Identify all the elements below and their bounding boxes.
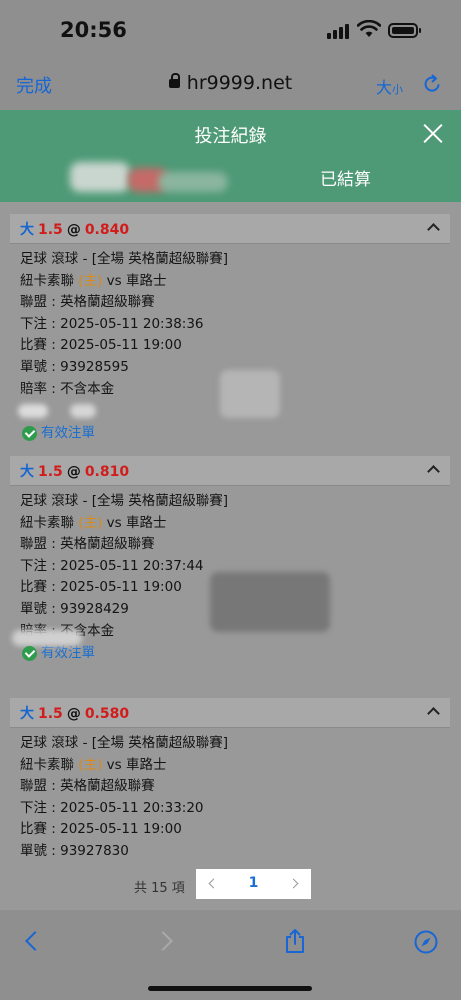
status-bar: 20:56 bbox=[0, 0, 461, 62]
teams: 紐卡素聯 (主) vs 車路士 bbox=[20, 514, 167, 531]
redacted-patch bbox=[18, 404, 48, 419]
chevron-up-icon[interactable] bbox=[427, 223, 440, 236]
home-tag: (主) bbox=[78, 514, 103, 531]
home-tag: (主) bbox=[78, 756, 103, 773]
bet-record-body: 足球 滾球 - [全場 英格蘭超級聯賽] 紐卡素聯 (主) vs 車路士 聯盟 … bbox=[10, 486, 450, 664]
tab-settled[interactable]: 已結算 bbox=[230, 158, 461, 202]
match-time: 比賽 : 2025-05-11 19:00 bbox=[20, 821, 182, 838]
bet-record-list[interactable]: 大 1.5 @0.840 足球 滾球 - [全場 英格蘭超級聯賽] 紐卡素聯 (主)… bbox=[0, 202, 461, 858]
home-indicator bbox=[148, 986, 312, 991]
teams: 紐卡素聯 (主) vs 車路士 bbox=[20, 756, 167, 773]
redacted-patch bbox=[12, 630, 82, 647]
bet-summary: 大 1.5 @0.810 bbox=[20, 461, 129, 481]
bet-at: @ bbox=[66, 464, 81, 480]
home-tag: (主) bbox=[78, 272, 103, 289]
chevron-up-icon[interactable] bbox=[427, 465, 440, 478]
browser-bar: 完成 hr9999.net 大小 bbox=[0, 62, 461, 110]
bet-at: @ bbox=[66, 706, 81, 722]
bet-type: 大 bbox=[20, 706, 34, 722]
browser-toolbar bbox=[0, 910, 461, 1000]
back-icon[interactable] bbox=[25, 931, 45, 951]
bet-record-card: 大 1.5 @0.580 足球 滾球 - [全場 英格蘭超級聯賽] 紐卡素聯 (主)… bbox=[10, 698, 450, 858]
bet-type: 大 bbox=[20, 464, 34, 480]
market: 足球 滾球 - [全場 英格蘭超級聯賽] bbox=[20, 251, 229, 267]
match-time: 比賽 : 2025-05-11 19:00 bbox=[20, 337, 182, 354]
teams: 紐卡素聯 (主) vs 車路士 bbox=[20, 272, 167, 289]
dialog-header: 投注紀錄 bbox=[0, 110, 461, 158]
bet-record-body: 足球 滾球 - [全場 英格蘭超級聯賽] 紐卡素聯 (主) vs 車路士 聯盟 … bbox=[10, 244, 450, 444]
bet-summary: 大 1.5 @0.580 bbox=[20, 703, 129, 723]
bet-time: 下注 : 2025-05-11 20:33:20 bbox=[20, 799, 204, 816]
compass-icon[interactable] bbox=[414, 930, 438, 954]
status-time: 20:56 bbox=[60, 18, 127, 42]
bet-odds: 0.580 bbox=[84, 706, 130, 722]
bet-record-header[interactable]: 大 1.5 @0.580 bbox=[10, 698, 450, 728]
bet-odds: 0.840 bbox=[84, 222, 130, 238]
bet-record-body: 足球 滾球 - [全場 英格蘭超級聯賽] 紐卡素聯 (主) vs 車路士 聯盟 … bbox=[10, 728, 450, 858]
redacted-line bbox=[18, 370, 440, 422]
redacted-patch bbox=[220, 370, 280, 419]
valid-status: 有效注單 bbox=[20, 422, 440, 444]
league: 聯盟 : 英格蘭超級聯賽 bbox=[20, 778, 155, 795]
battery-icon bbox=[388, 23, 421, 38]
league: 聯盟 : 英格蘭超級聯賽 bbox=[20, 536, 155, 553]
share-icon[interactable] bbox=[284, 928, 306, 954]
cell-signal-icon bbox=[327, 24, 349, 39]
tab-bar: 已結算 bbox=[0, 158, 461, 202]
pager: 1 bbox=[196, 869, 311, 899]
bet-odds: 0.810 bbox=[84, 464, 130, 480]
redacted-patch bbox=[70, 162, 130, 192]
wifi-icon bbox=[357, 20, 381, 37]
pagination-bar: 共 15 項 1 bbox=[0, 858, 461, 910]
ticket-number: 單號 : 93927830 bbox=[20, 842, 129, 858]
market: 足球 滾球 - [全場 英格蘭超級聯賽] bbox=[20, 735, 229, 751]
url-text: hr9999.net bbox=[186, 72, 293, 94]
valid-status: 有效注單 bbox=[12, 572, 440, 664]
bet-record-card: 大 1.5 @0.810 足球 滾球 - [全場 英格蘭超級聯賽] 紐卡素聯 (主)… bbox=[10, 456, 450, 665]
bet-handicap: 1.5 bbox=[38, 706, 63, 722]
market: 足球 滾球 - [全場 英格蘭超級聯賽] bbox=[20, 493, 229, 509]
league: 聯盟 : 英格蘭超級聯賽 bbox=[20, 294, 155, 311]
bet-record-header[interactable]: 大 1.5 @0.810 bbox=[10, 456, 450, 486]
check-icon bbox=[22, 646, 37, 662]
tab-unsettled[interactable] bbox=[0, 158, 230, 202]
bet-record-card: 大 1.5 @0.840 足球 滾球 - [全場 英格蘭超級聯賽] 紐卡素聯 (主)… bbox=[10, 214, 450, 445]
redacted-patch bbox=[158, 172, 228, 192]
bet-at: @ bbox=[66, 222, 81, 238]
check-icon bbox=[22, 426, 37, 442]
close-icon[interactable] bbox=[422, 122, 444, 144]
total-count: 共 15 項 bbox=[134, 881, 185, 896]
redacted-patch bbox=[70, 404, 96, 419]
bet-type: 大 bbox=[20, 222, 34, 238]
reload-icon[interactable] bbox=[422, 74, 442, 94]
redacted-patch bbox=[210, 572, 330, 633]
chevron-up-icon[interactable] bbox=[427, 707, 440, 720]
forward-icon[interactable] bbox=[153, 931, 173, 951]
bet-time: 下注 : 2025-05-11 20:38:36 bbox=[20, 315, 204, 332]
bet-handicap: 1.5 bbox=[38, 464, 63, 480]
dialog-title: 投注紀錄 bbox=[194, 126, 267, 147]
bet-handicap: 1.5 bbox=[38, 222, 63, 238]
text-size-button[interactable]: 大小 bbox=[376, 74, 403, 98]
bet-summary: 大 1.5 @0.840 bbox=[20, 219, 129, 239]
bet-record-header[interactable]: 大 1.5 @0.840 bbox=[10, 214, 450, 244]
lock-icon bbox=[168, 73, 180, 88]
